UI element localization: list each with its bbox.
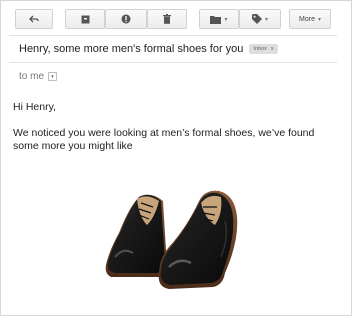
chevron-down-icon: ▾ bbox=[317, 16, 321, 23]
email-greeting: Hi Henry, bbox=[13, 101, 56, 113]
more-button-label: More bbox=[299, 15, 315, 23]
label-chip-text: Inbox bbox=[253, 46, 267, 52]
archive-icon bbox=[81, 15, 90, 24]
reply-button[interactable] bbox=[15, 9, 53, 29]
label-remove-icon[interactable]: x bbox=[271, 46, 274, 52]
chevron-down-icon: ▾ bbox=[264, 16, 268, 23]
email-subject: Henry, some more men's formal shoes for … bbox=[19, 43, 244, 55]
chevron-down-icon: ▾ bbox=[51, 73, 54, 80]
trash-icon bbox=[163, 14, 171, 24]
report-spam-icon bbox=[121, 14, 131, 24]
email-body: We noticed you were looking at men’s for… bbox=[13, 127, 315, 152]
subject-row: Henry, some more men's formal shoes for … bbox=[19, 41, 339, 57]
folder-icon bbox=[210, 15, 222, 24]
delete-button[interactable] bbox=[147, 9, 187, 29]
labels-button[interactable]: ▾ bbox=[239, 9, 281, 29]
recipient-row: to me ▾ bbox=[19, 71, 58, 82]
divider bbox=[9, 35, 337, 36]
show-details-button[interactable]: ▾ bbox=[48, 72, 58, 81]
report-spam-button[interactable] bbox=[105, 9, 147, 29]
shoes-image bbox=[105, 190, 238, 289]
chevron-down-icon: ▾ bbox=[224, 16, 228, 23]
reply-icon bbox=[29, 15, 39, 23]
inbox-label-chip[interactable]: Inbox x bbox=[249, 44, 278, 54]
tag-icon bbox=[251, 14, 262, 24]
divider bbox=[9, 62, 337, 63]
move-to-button[interactable]: ▾ bbox=[199, 9, 239, 29]
email-view: ▾ ▾ More ▾ Henry, some more men's formal… bbox=[0, 0, 352, 316]
toolbar: ▾ ▾ More ▾ bbox=[1, 9, 351, 29]
archive-button[interactable] bbox=[65, 9, 105, 29]
more-button[interactable]: More ▾ bbox=[289, 9, 331, 29]
recipient-text: to me bbox=[19, 71, 45, 82]
